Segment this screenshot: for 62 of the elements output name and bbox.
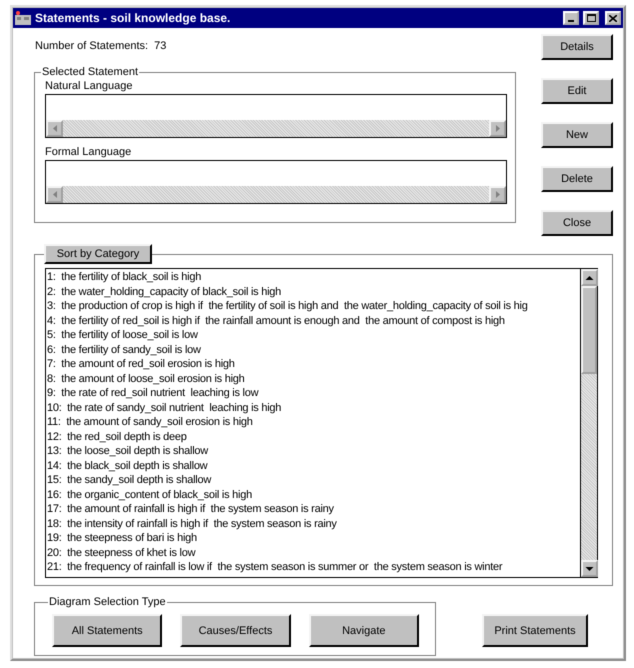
statement-item[interactable]: 9: the rate of red_soil nutrient leaching is low [47,386,258,400]
maximize-icon [586,14,596,22]
minimize-button[interactable] [563,11,579,25]
statement-item[interactable]: 8: the amount of loose_soil erosion is high [47,372,245,386]
scroll-up-button[interactable] [581,269,598,286]
action-button[interactable]: Close [541,210,613,236]
horizontal-scrollbar[interactable] [45,120,507,138]
down-arrow-icon [585,566,594,572]
horizontal-scrollbar[interactable] [45,186,507,204]
scroll-thumb[interactable] [581,286,597,374]
text-field[interactable] [45,94,507,120]
count-label: Number of Statements: [35,40,148,54]
diagram-button[interactable]: All Statements [52,614,162,647]
statement-item[interactable]: 1: the fertility of black_soil is high [47,270,202,284]
statement-item[interactable]: 15: the sandy_soil depth is shallow [47,473,212,488]
vertical-scrollbar[interactable] [580,269,597,577]
print-button[interactable]: Print Statements [482,614,588,647]
statement-item[interactable]: 14: the black_soil depth is shallow [47,458,208,473]
statement-item[interactable]: 2: the water_holding_capacity of black_soil is high [47,284,282,299]
count-value: 73 [154,40,166,54]
statement-item[interactable]: 4: the fertility of red_soil is high if the rainfall amount is enough and the amount of compost is high [47,314,505,328]
text-field[interactable] [45,160,507,186]
scroll-left-button[interactable] [46,186,63,203]
statement-item[interactable]: 18: the intensity of rainfall is high if the system season is rainy [47,516,337,531]
scroll-right-button[interactable] [489,186,506,203]
statement-item[interactable]: 19: the steepness of bari is high [47,531,197,546]
statement-item[interactable]: 7: the amount of red_soil erosion is high [47,357,235,372]
statement-item[interactable]: 3: the production of crop is high if the fertility of soil is high and the water_holding_capacity of soil is hig [47,299,528,314]
statement-item[interactable]: 11: the amount of sandy_soil erosion is high [47,415,253,430]
statement-item[interactable]: 21: the frequency of rainfall is low if the system season is summer or the system season is winter [47,560,502,574]
action-button[interactable]: New [541,122,613,148]
up-arrow-icon [585,274,594,280]
group-title: Selected Statement [41,66,140,78]
statement-item[interactable]: 12: the red_soil depth is deep [47,430,187,444]
right-arrow-icon [494,124,500,133]
field-label: Natural Language [45,80,134,92]
statement-item[interactable]: 6: the fertility of sandy_soil is low [47,342,201,357]
window-title: Statements - soil knowledge base. [35,11,232,25]
app-icon [15,11,31,25]
left-arrow-icon [52,190,58,199]
field-label: Formal Language [45,146,132,158]
action-button[interactable]: Edit [541,78,613,104]
statement-item[interactable]: 17: the amount of rainfall is high if the system season is rainy [47,502,334,516]
left-arrow-icon [52,124,58,133]
statement-item[interactable]: 13: the loose_soil depth is shallow [47,444,208,458]
right-arrow-icon [494,190,500,199]
close-button[interactable] [605,11,621,25]
sort-button[interactable]: Sort by Category [44,244,152,264]
diagram-button[interactable]: Causes/Effects [180,614,291,647]
maximize-button[interactable] [583,11,599,25]
statement-item[interactable]: 20: the steepness of khet is low [47,546,196,560]
group-title: Diagram Selection Type [48,596,167,608]
statement-item[interactable]: 10: the rate of sandy_soil nutrient leaching is high [47,400,282,415]
scroll-left-button[interactable] [46,120,63,137]
close-icon [609,14,617,22]
statement-item[interactable]: 5: the fertility of loose_soil is low [47,328,198,342]
scroll-down-button[interactable] [581,560,598,577]
diagram-button[interactable]: Navigate [308,614,419,647]
action-button[interactable]: Delete [541,166,613,192]
scroll-right-button[interactable] [489,120,506,137]
action-button[interactable]: Details [541,34,613,60]
statement-item[interactable]: 16: the organic_content of black_soil is high [47,488,252,502]
